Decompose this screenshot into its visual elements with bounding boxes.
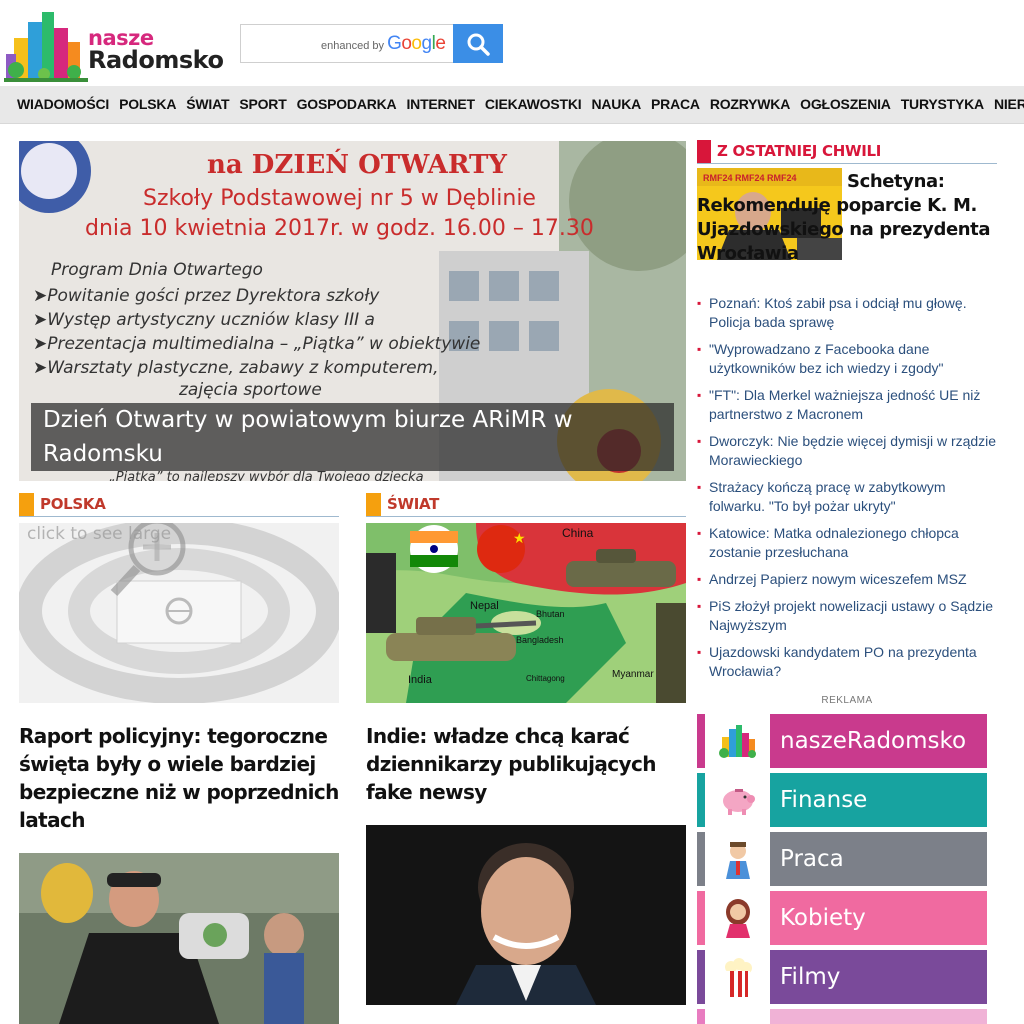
nav-item-3[interactable]: SPORT [239, 86, 286, 123]
nav-item-7[interactable]: NAUKA [591, 86, 641, 123]
portrait-photo [366, 825, 686, 1005]
china-flag-star: ★ [513, 530, 526, 546]
swiat-article-2-image[interactable] [366, 825, 686, 1005]
hero-poster-line-9: zajęcia sportowe [178, 380, 322, 400]
main-nav: WIADOMOŚCI POLSKA ŚWIAT SPORT GOSPODARKA INTE… [0, 86, 1024, 124]
woman-icon [705, 891, 770, 945]
nav-item-9[interactable]: ROZRYWKA [710, 86, 791, 123]
india-china-map-image: ★ China Nepal Bhutan Bangladesh India My… [366, 523, 686, 703]
city-logo-icon [4, 12, 88, 82]
breaking-news-item[interactable]: Ujazdowski kandydatem PO na prezydenta W… [697, 643, 1000, 681]
breaking-news-item[interactable]: Strażacy kończą pracę w zabytkowym folwa… [697, 478, 1000, 516]
section-marker [19, 493, 34, 516]
nav-item-0[interactable]: WIADOMOŚCI [17, 86, 109, 123]
hero-poster-line-2: Szkoły Podstawowej nr 5 w Dęblinie [143, 186, 536, 211]
map-label-india: India [408, 674, 433, 686]
map-label-bhutan: Bhutan [536, 609, 565, 619]
top-story-title[interactable]: Schetyna: Rekomenduję poparcie K. M. Uja… [697, 170, 1003, 266]
nav-item-4[interactable]: GOSPODARKA [297, 86, 397, 123]
breaking-news-item[interactable]: "FT": Dla Merkel ważniejsza jedność UE n… [697, 386, 1000, 424]
map-label-chittagong: Chittagong [526, 674, 565, 683]
hero-poster-line-3: dnia 10 kwietnia 2017r. w godz. 16.00 – … [85, 216, 594, 241]
hero-poster-line-8: ➤Warsztaty plastyczne, zabawy z komputer… [33, 358, 439, 378]
ad-row-kobiety[interactable]: Kobiety [697, 891, 987, 945]
stadium-plan-image: click to see large [19, 523, 339, 703]
logo-text-radomsko: Radomsko [88, 46, 224, 74]
map-label-nepal: Nepal [470, 600, 499, 612]
section-label-polska: POLSKA [40, 495, 106, 513]
nav-item-1[interactable]: POLSKA [119, 86, 176, 123]
swiat-article-image[interactable]: ★ China Nepal Bhutan Bangladesh India My… [366, 523, 686, 703]
ad-label-text: Praca [770, 832, 987, 886]
hero-poster-line-1: na DZIEŃ OTWARTY [207, 148, 507, 180]
worker-icon [705, 832, 770, 886]
section-label-swiat: ŚWIAT [387, 495, 440, 513]
crowd-photo [19, 853, 339, 1024]
popcorn-icon [705, 950, 770, 1004]
ad-color-bar [697, 832, 705, 886]
nav-item-10[interactable]: OGŁOSZENIA [800, 86, 891, 123]
site-header: nasze Radomsko enhanced by Google [0, 0, 1024, 86]
ad-label-text: Filmy [770, 950, 987, 1004]
site-logo[interactable]: nasze Radomsko [4, 8, 224, 84]
section-header-polska[interactable]: POLSKA [19, 493, 339, 517]
piggy-bank-icon [705, 773, 770, 827]
polska-article-2-image[interactable] [19, 853, 339, 1024]
ad-color-bar [697, 773, 705, 827]
breaking-news-item[interactable]: "Wyprowadzano z Facebooka dane użytkowni… [697, 340, 1000, 378]
nav-item-12[interactable]: NIERUCHOMOŚCI [994, 86, 1024, 123]
ad-row-naszeradomsko[interactable]: naszeRadomsko [697, 714, 987, 768]
map-label-bangladesh: Bangladesh [516, 635, 564, 645]
ad-color-bar [697, 891, 705, 945]
hero-poster-line-6: ➤Występ artystyczny uczniów klasy III a [33, 310, 375, 330]
ad-row-partial[interactable] [697, 1009, 987, 1024]
nav-item-11[interactable]: TURYSTYKA [901, 86, 984, 123]
nav-item-8[interactable]: PRACA [651, 86, 700, 123]
breaking-news-item[interactable]: PiS złożył projekt nowelizacji ustawy o … [697, 597, 1000, 635]
polska-article-image[interactable]: click to see large [19, 523, 339, 703]
nav-item-6[interactable]: CIEKAWOSTKI [485, 86, 582, 123]
hero-poster-line-4: Program Dnia Otwartego [51, 260, 263, 280]
map-label-china: China [562, 526, 594, 540]
map-label-myanmar: Myanmar [612, 669, 654, 680]
nav-item-5[interactable]: INTERNET [406, 86, 475, 123]
ad-color-bar [697, 714, 705, 768]
swiat-article-title[interactable]: Indie: władze chcą karać dziennikarzy pu… [366, 722, 688, 806]
search-icon [467, 33, 490, 56]
nav-item-2[interactable]: ŚWIAT [186, 86, 229, 123]
breaking-news-label: Z OSTATNIEJ CHWILI [717, 142, 882, 160]
ad-label-text: Kobiety [770, 891, 987, 945]
ad-color-bar [697, 1009, 705, 1024]
hero-article[interactable]: na DZIEŃ OTWARTY Szkoły Podstawowej nr 5… [19, 141, 686, 481]
breaking-news-item[interactable]: Poznań: Ktoś zabił psa i odciął mu głowę… [697, 294, 1000, 332]
search-input[interactable] [241, 25, 453, 62]
ad-color-bar [697, 950, 705, 1004]
city-icon [705, 714, 770, 768]
breaking-news-item[interactable]: Katowice: Matka odnalezionego chłopca zo… [697, 524, 1000, 562]
hero-poster-line-5: ➤Powitanie gości przez Dyrektora szkoły [33, 286, 380, 306]
stadium-image-text: click to see large [27, 524, 171, 544]
breaking-news-item[interactable]: Andrzej Papierz nowym wiceszefem MSZ [697, 570, 1000, 589]
ad-row-filmy[interactable]: Filmy [697, 950, 987, 1004]
section-marker [366, 493, 381, 516]
hero-title[interactable]: Dzień Otwarty w powiatowym biurze ARiMR … [31, 403, 674, 471]
ad-row-praca[interactable]: Praca [697, 832, 987, 886]
hero-poster-line-10: „Piątka” to najlepszy wybór dla Twojego … [109, 470, 424, 481]
ad-label: REKLAMA [821, 695, 873, 706]
breaking-marker [697, 140, 711, 163]
breaking-news-item[interactable]: Dworczyk: Nie będzie więcej dymisji w rz… [697, 432, 1000, 470]
section-header-swiat[interactable]: ŚWIAT [366, 493, 686, 517]
breaking-news-list: Poznań: Ktoś zabił psa i odciął mu głowę… [697, 294, 1000, 689]
ad-row-finanse[interactable]: Finanse [697, 773, 987, 827]
search-button[interactable] [453, 24, 503, 63]
breaking-news-header: Z OSTATNIEJ CHWILI [697, 140, 997, 164]
ad-label-box [770, 1009, 987, 1024]
hero-poster-line-7: ➤Prezentacja multimedialna – „Piątka” w … [33, 334, 480, 354]
ad-label-text: Finanse [770, 773, 987, 827]
polska-article-title[interactable]: Raport policyjny: tegoroczne święta były… [19, 722, 339, 834]
search-box: enhanced by Google [240, 24, 503, 63]
ad-label-text: naszeRadomsko [770, 714, 987, 768]
